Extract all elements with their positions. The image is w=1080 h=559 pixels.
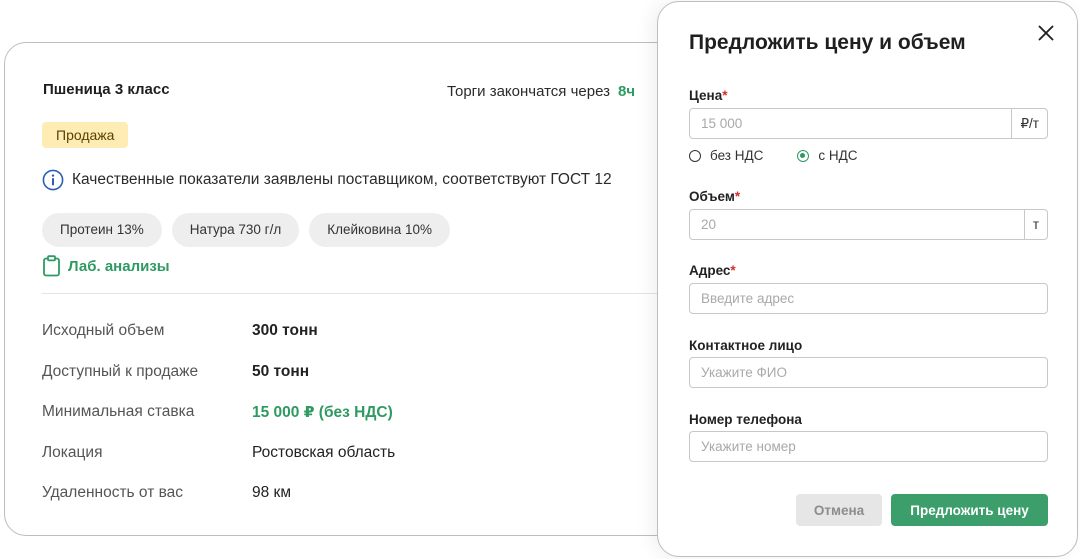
volume-field: т xyxy=(689,209,1048,240)
property-row: Исходный объем 300 тонн xyxy=(42,311,395,352)
property-label: Удаленность от вас xyxy=(42,484,184,502)
modal-title: Предложить цену и объем xyxy=(689,31,966,54)
price-unit: ₽/т xyxy=(1011,109,1047,138)
chip-gluten: Клейковина 10% xyxy=(309,213,451,247)
info-circle-icon xyxy=(42,169,64,191)
contact-field xyxy=(689,357,1048,388)
contact-label: Контактное лицо xyxy=(689,338,803,353)
required-mark: * xyxy=(734,189,741,204)
chip-nature: Натура 730 г/л xyxy=(171,213,300,247)
vat-radio-with[interactable]: с НДС xyxy=(797,148,858,163)
property-label: Доступный к продаже xyxy=(42,362,199,380)
lot-properties: Исходный объем 300 тонн Доступный к прод… xyxy=(42,311,395,514)
property-row: Минимальная ставка 15 000 ₽ (без НДС) xyxy=(42,392,395,433)
sale-badge: Продажа xyxy=(42,122,129,148)
lot-title: Пшеница 3 класс xyxy=(43,81,170,98)
phone-input[interactable] xyxy=(690,432,1047,461)
property-label: Минимальная ставка xyxy=(42,403,195,421)
radio-unchecked-icon xyxy=(689,149,701,162)
property-value: 50 тонн xyxy=(252,362,310,380)
volume-label-text: Объем xyxy=(689,189,735,204)
property-value: 15 000 ₽ (без НДС) xyxy=(252,403,393,421)
address-label-text: Адрес xyxy=(689,263,731,278)
quality-text: Качественные показатели заявлены поставщ… xyxy=(72,171,612,188)
vat-option-label: с НДС xyxy=(818,148,858,163)
property-label: Локация xyxy=(42,443,103,461)
property-row: Удаленность от вас 98 км xyxy=(42,473,395,514)
phone-field xyxy=(689,431,1048,462)
property-value: 300 тонн xyxy=(252,322,318,340)
property-value: 98 км xyxy=(252,484,291,502)
price-label-text: Цена xyxy=(689,88,723,103)
property-label: Исходный объем xyxy=(42,322,165,340)
radio-checked-icon xyxy=(797,149,810,162)
quality-chips: Протеин 13% Натура 730 г/л Клейковина 10… xyxy=(42,213,451,247)
auction-label: Торги закончатся через xyxy=(447,83,610,100)
address-field xyxy=(689,283,1048,314)
price-input[interactable] xyxy=(690,109,1012,138)
auction-timer: Торги закончатся через 8ч xyxy=(447,83,635,100)
clipboard-icon xyxy=(43,255,60,277)
chip-protein: Протеин 13% xyxy=(42,213,162,247)
lab-analysis-link[interactable]: Лаб. анализы xyxy=(42,255,170,277)
property-value: Ростовская область xyxy=(252,443,396,461)
volume-unit: т xyxy=(1023,210,1047,239)
required-mark: * xyxy=(730,263,736,278)
vat-option-label: без НДС xyxy=(710,148,764,163)
volume-input[interactable] xyxy=(690,210,1024,239)
volume-label: Объем* xyxy=(689,189,740,204)
lab-analysis-label: Лаб. анализы xyxy=(68,257,170,275)
cancel-button[interactable]: Отмена xyxy=(796,494,882,526)
price-field: ₽/т xyxy=(689,108,1048,139)
contact-input[interactable] xyxy=(690,358,1047,387)
auction-time: 8ч xyxy=(617,83,636,100)
address-label: Адрес* xyxy=(689,263,736,278)
quality-note: Качественные показатели заявлены поставщ… xyxy=(42,169,612,191)
property-row: Локация Ростовская область xyxy=(42,433,395,474)
submit-offer-button[interactable]: Предложить цену xyxy=(891,494,1048,526)
vat-radio-without[interactable]: без НДС xyxy=(689,148,763,163)
phone-label: Номер телефона xyxy=(689,412,802,427)
screen: Пшеница 3 класс Торги закончатся через 8ч… xyxy=(0,0,1080,559)
required-mark: * xyxy=(722,88,728,103)
divider xyxy=(42,293,762,294)
vat-options: без НДС с НДС xyxy=(689,148,858,163)
offer-modal: Предложить цену и объем Цена* ₽/т без НД… xyxy=(657,1,1078,557)
address-input[interactable] xyxy=(690,284,1047,313)
price-label: Цена* xyxy=(689,88,727,103)
property-row: Доступный к продаже 50 тонн xyxy=(42,352,395,393)
close-icon[interactable] xyxy=(1035,22,1057,44)
